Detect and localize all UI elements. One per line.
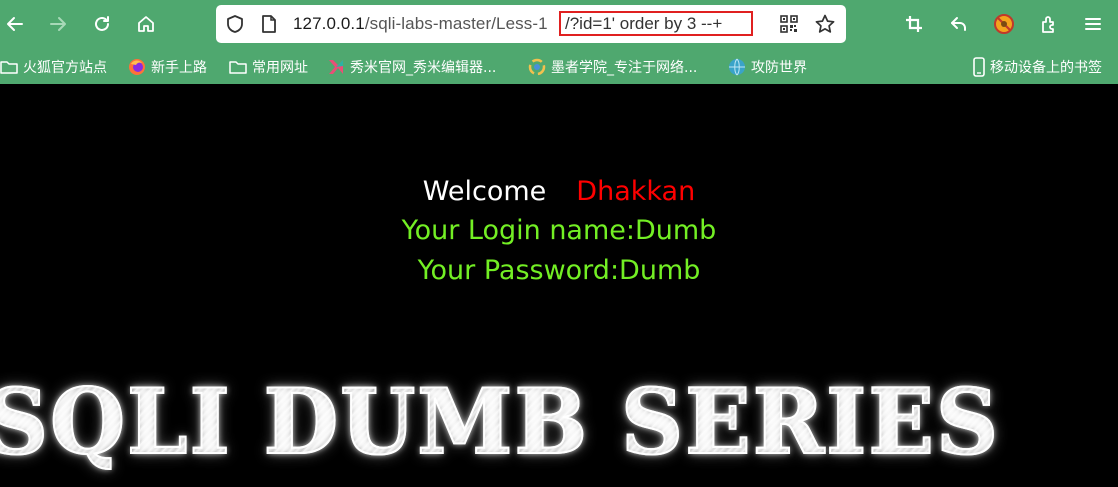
shield-icon[interactable] [225,14,245,38]
crop-button[interactable] [899,9,929,39]
bookmark-label: 秀米官网_秀米编辑器... [350,60,497,76]
bookmark-label: 常用网址 [252,60,308,76]
url-path: /sqli-labs-master/Less-1 [364,14,548,33]
undo-icon [949,14,969,34]
bookmark-label: 攻防世界 [751,60,807,76]
mobile-bookmarks[interactable]: 移动设备上的书签 [970,56,1102,78]
menu-button[interactable] [1078,9,1108,39]
back-button[interactable] [0,9,30,39]
bookmark-star-icon[interactable] [814,13,836,39]
login-name-line: Your Login name:Dumb [401,215,717,246]
bookmark-item[interactable]: 新手上路 [128,56,207,78]
password-line: Your Password:Dumb [417,255,701,286]
folder-icon [229,58,247,76]
bookmark-label: 新手上路 [151,60,207,76]
qr-code-icon[interactable] [779,14,799,38]
bookmark-label: 火狐官方站点 [23,60,107,76]
page-content: Welcome Dhakkan Your Login name:Dumb Your… [0,84,1118,487]
bookmark-item[interactable]: 墨者学院_专注于网络... [528,56,697,78]
xiumi-icon [327,58,345,76]
arrow-left-icon [5,14,25,34]
blocker-button[interactable] [989,9,1019,39]
firefox-icon [128,58,146,76]
url-text[interactable]: 127.0.0.1/sqli-labs-master/Less-1 [293,14,548,34]
mobile-icon [970,57,988,77]
arrow-right-icon [48,14,68,34]
welcome-line: Welcome Dhakkan [0,176,1118,207]
home-icon [136,14,156,34]
home-button[interactable] [131,9,161,39]
blocked-icon [993,13,1015,35]
bookmark-label: 墨者学院_专注于网络... [551,60,698,76]
url-query: /?id=1' order by 3 --+ [565,14,723,33]
welcome-text: Welcome [422,176,547,207]
mozhe-icon [528,58,546,76]
crop-icon [904,14,924,34]
address-bar[interactable]: 127.0.0.1/sqli-labs-master/Less-1 /?id=1… [216,5,846,43]
extensions-icon [1039,14,1059,34]
bookmark-item[interactable]: 秀米官网_秀米编辑器... [327,56,496,78]
extensions-button[interactable] [1034,9,1064,39]
bookmarks-toolbar: 火狐官方站点 新手上路 常用网址 秀米官网_秀米编辑器... 墨者学院_专注于网… [0,50,1118,84]
reload-icon [92,14,112,34]
bookmark-item[interactable]: 攻防世界 [728,56,807,78]
user-name: Dhakkan [576,176,696,207]
menu-icon [1083,14,1103,34]
url-host: 127.0.0.1 [293,14,365,33]
page-icon[interactable] [260,14,278,38]
folder-icon [0,58,18,76]
browser-toolbar: 127.0.0.1/sqli-labs-master/Less-1 /?id=1… [0,0,1118,50]
bookmark-item[interactable]: 常用网址 [229,56,308,78]
bookmark-item[interactable]: 火狐官方站点 [0,56,107,78]
undo-button[interactable] [944,9,974,39]
globe-icon [728,58,746,76]
bookmark-label: 移动设备上的书签 [990,60,1102,76]
forward-button[interactable] [43,9,73,39]
reload-button[interactable] [87,9,117,39]
sqli-dumb-series-banner: SQLI DUMB SERIES [0,368,1118,476]
